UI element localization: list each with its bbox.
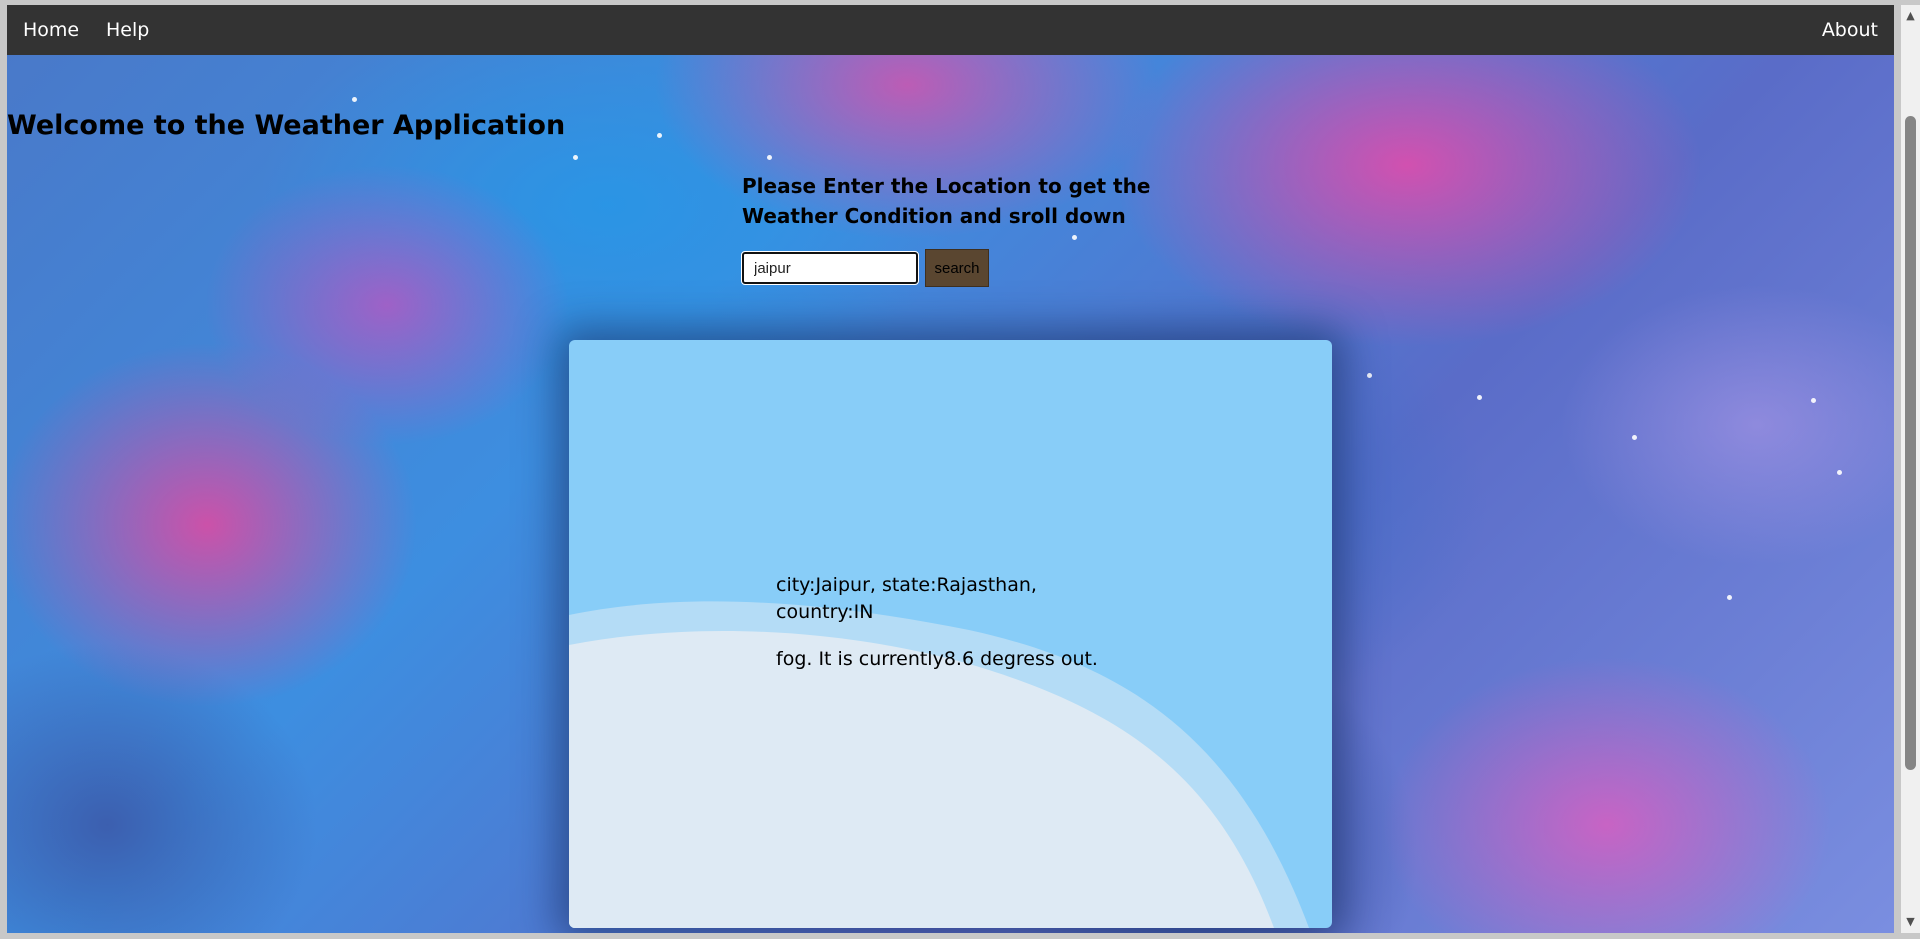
- background-star: [1632, 435, 1637, 440]
- card-wave-decoration: [569, 601, 1309, 928]
- scroll-down-arrow-icon[interactable]: ▼: [1901, 913, 1920, 931]
- weather-card: city:Jaipur, state:Rajasthan, country:IN…: [569, 340, 1332, 928]
- background-star: [1477, 395, 1482, 400]
- background-star: [1072, 235, 1077, 240]
- background-star: [1811, 398, 1816, 403]
- nav-home-link[interactable]: Home: [23, 5, 79, 55]
- location-search-input[interactable]: [741, 251, 919, 285]
- top-navbar: Home Help About: [7, 5, 1894, 55]
- browser-frame: Home Help About Welcome to the Weather A…: [0, 0, 1920, 939]
- background-star: [352, 97, 357, 102]
- search-prompt: Please Enter the Location to get the Wea…: [742, 174, 1151, 228]
- weather-location-text: city:Jaipur, state:Rajasthan, country:IN: [776, 574, 1037, 623]
- background-star: [1727, 595, 1732, 600]
- scrollbar-thumb[interactable]: [1905, 116, 1916, 770]
- search-button[interactable]: search: [925, 249, 989, 287]
- vertical-scrollbar[interactable]: ▲ ▼: [1901, 5, 1920, 933]
- background-star: [573, 155, 578, 160]
- scroll-up-arrow-icon[interactable]: ▲: [1901, 7, 1920, 25]
- nav-help-link[interactable]: Help: [106, 5, 149, 55]
- background-star: [657, 133, 662, 138]
- background-star: [1367, 373, 1372, 378]
- nav-about-link[interactable]: About: [1822, 5, 1878, 55]
- page-viewport: Home Help About Welcome to the Weather A…: [7, 5, 1894, 933]
- background-star: [767, 155, 772, 160]
- weather-condition-text: fog. It is currently8.6 degress out.: [776, 648, 1098, 670]
- background-star: [1837, 470, 1842, 475]
- search-form: search: [741, 249, 989, 287]
- welcome-heading: Welcome to the Weather Application: [7, 110, 566, 141]
